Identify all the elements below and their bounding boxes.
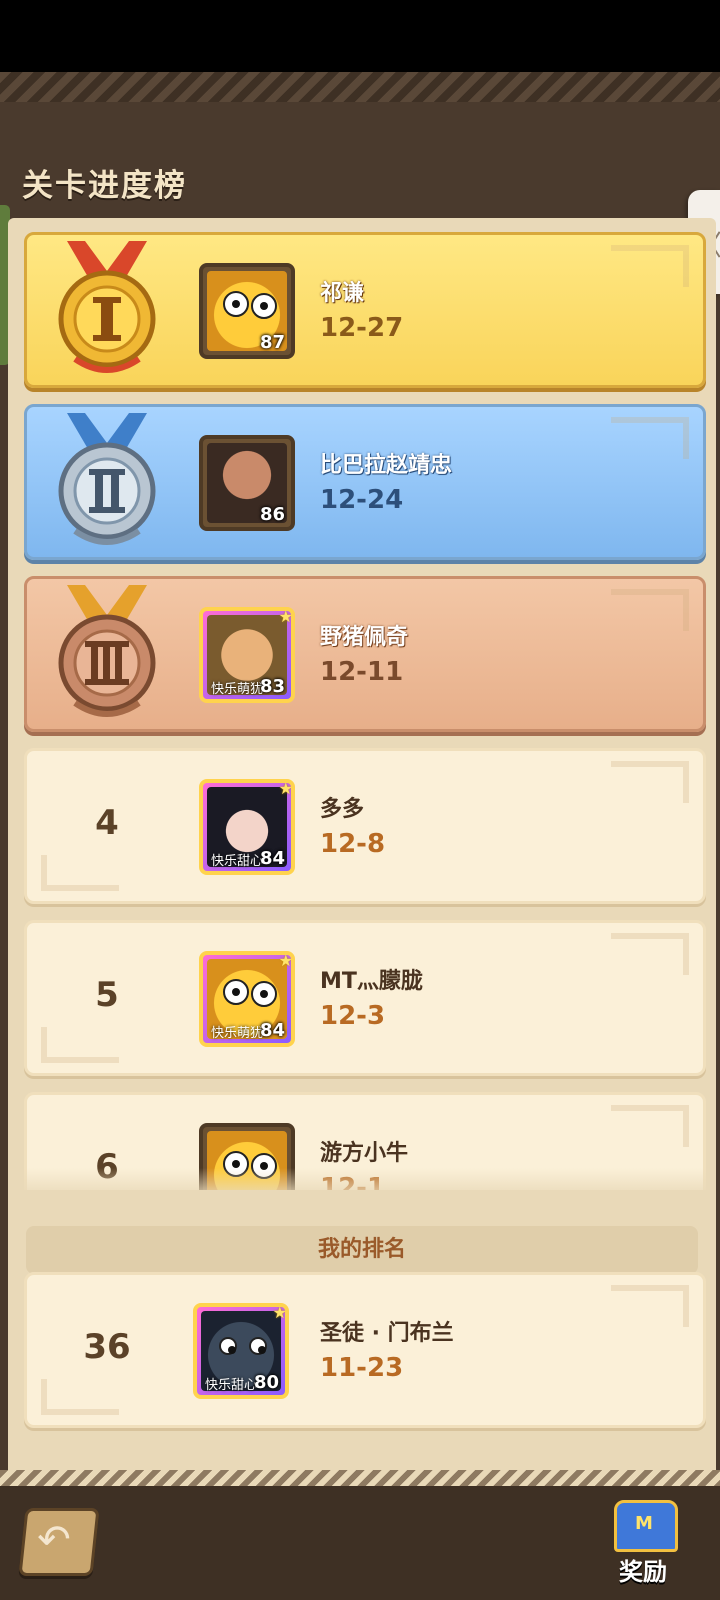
player-name: 游方小牛 xyxy=(320,1141,409,1166)
player-name: 比巴拉赵靖忠 xyxy=(320,453,453,478)
leaderboard-panel: 87 祁谦 12-27 86 比巴拉赵靖忠 12-24 ★ 快乐萌犹 83 野猪… xyxy=(8,218,716,1486)
silver-medal-icon xyxy=(58,413,156,545)
player-avatar[interactable]: 86 xyxy=(199,435,295,531)
player-progress: 12-3 xyxy=(320,1001,386,1031)
player-name: 圣徒 · 门布兰 xyxy=(320,1321,454,1346)
star-icon: ★ xyxy=(278,607,293,626)
row-ornament xyxy=(611,589,689,631)
back-arrow-icon: ↶ xyxy=(37,1517,71,1563)
row-ornament xyxy=(611,1285,689,1327)
eye-icon xyxy=(223,291,249,317)
row-ornament xyxy=(611,245,689,287)
row-ornament xyxy=(611,417,689,459)
leaderboard-row-4[interactable]: 4 ★ 快乐甜心 84 多多 12-8 xyxy=(24,748,706,904)
player-name: 祁谦 xyxy=(320,281,365,306)
treasure-chest-icon xyxy=(614,1500,678,1552)
gold-medal-icon xyxy=(58,241,156,373)
row-ornament xyxy=(611,1105,689,1147)
player-level: 87 xyxy=(259,332,285,353)
player-level: 84 xyxy=(259,1020,285,1041)
my-rank-row[interactable]: 36 ★ 快乐甜心 80 圣徒 · 门布兰 11-23 xyxy=(24,1272,706,1428)
avatar-tag: 快乐甜心 xyxy=(205,1378,258,1393)
player-avatar[interactable]: ★ 快乐萌犹 84 xyxy=(199,951,295,1047)
player-level: 80 xyxy=(253,1372,279,1393)
player-name: MT灬朦胧 xyxy=(320,969,423,994)
avatar-tag: 快乐甜心 xyxy=(211,854,264,869)
leaderboard-row-2[interactable]: 86 比巴拉赵靖忠 12-24 xyxy=(24,404,706,560)
player-avatar[interactable]: ★ 快乐甜心 84 xyxy=(199,779,295,875)
reward-button[interactable]: 奖励 xyxy=(598,1496,688,1592)
avatar-tag: 快乐萌犹 xyxy=(211,682,264,697)
eye-icon xyxy=(251,293,277,319)
player-avatar[interactable]: 87 xyxy=(199,263,295,359)
star-icon: ★ xyxy=(278,779,293,798)
bottom-border xyxy=(0,1470,720,1486)
player-level: 84 xyxy=(259,848,285,869)
player-progress: 12-11 xyxy=(320,657,404,687)
my-rank-label: 我的排名 xyxy=(26,1226,698,1274)
player-level: 83 xyxy=(259,676,285,697)
avatar-tag: 快乐萌犹 xyxy=(211,1026,264,1041)
leaderboard-list[interactable]: 87 祁谦 12-27 86 比巴拉赵靖忠 12-24 ★ 快乐萌犹 83 野猪… xyxy=(8,218,716,1218)
row-ornament xyxy=(41,1027,119,1063)
eye-icon xyxy=(223,979,249,1005)
player-progress: 12-8 xyxy=(320,829,386,859)
player-progress: 12-24 xyxy=(320,485,404,515)
frame-top-border xyxy=(0,72,720,102)
leaderboard-row-5[interactable]: 5 ★ 快乐萌犹 84 MT灬朦胧 12-3 xyxy=(24,920,706,1076)
page-title: 关卡进度榜 xyxy=(22,168,187,204)
leaderboard-row-3[interactable]: ★ 快乐萌犹 83 野猪佩奇 12-11 xyxy=(24,576,706,732)
rank-number: 36 xyxy=(83,1327,131,1367)
star-icon: ★ xyxy=(272,1303,287,1322)
rank-number: 4 xyxy=(95,803,119,843)
row-ornament xyxy=(611,933,689,975)
player-avatar[interactable]: ★ 快乐甜心 80 xyxy=(193,1303,289,1399)
star-icon: ★ xyxy=(278,951,293,970)
status-bar xyxy=(0,0,720,72)
player-progress: 11-23 xyxy=(320,1353,404,1383)
leaderboard-row-1[interactable]: 87 祁谦 12-27 xyxy=(24,232,706,388)
my-rank-section xyxy=(8,1190,716,1230)
player-progress: 12-27 xyxy=(320,313,404,343)
eye-icon xyxy=(251,981,277,1007)
player-level: 86 xyxy=(259,504,285,525)
reward-label: 奖励 xyxy=(619,1558,667,1586)
player-name: 多多 xyxy=(320,797,365,822)
player-name: 野猪佩奇 xyxy=(320,625,409,650)
eye-icon xyxy=(249,1337,267,1355)
back-button[interactable]: ↶ xyxy=(18,1508,100,1576)
row-ornament xyxy=(41,1379,119,1415)
bronze-medal-icon xyxy=(58,585,156,717)
eye-icon xyxy=(219,1337,237,1355)
row-ornament xyxy=(611,761,689,803)
player-avatar[interactable]: ★ 快乐萌犹 83 xyxy=(199,607,295,703)
row-ornament xyxy=(41,855,119,891)
rank-number: 5 xyxy=(95,975,119,1015)
